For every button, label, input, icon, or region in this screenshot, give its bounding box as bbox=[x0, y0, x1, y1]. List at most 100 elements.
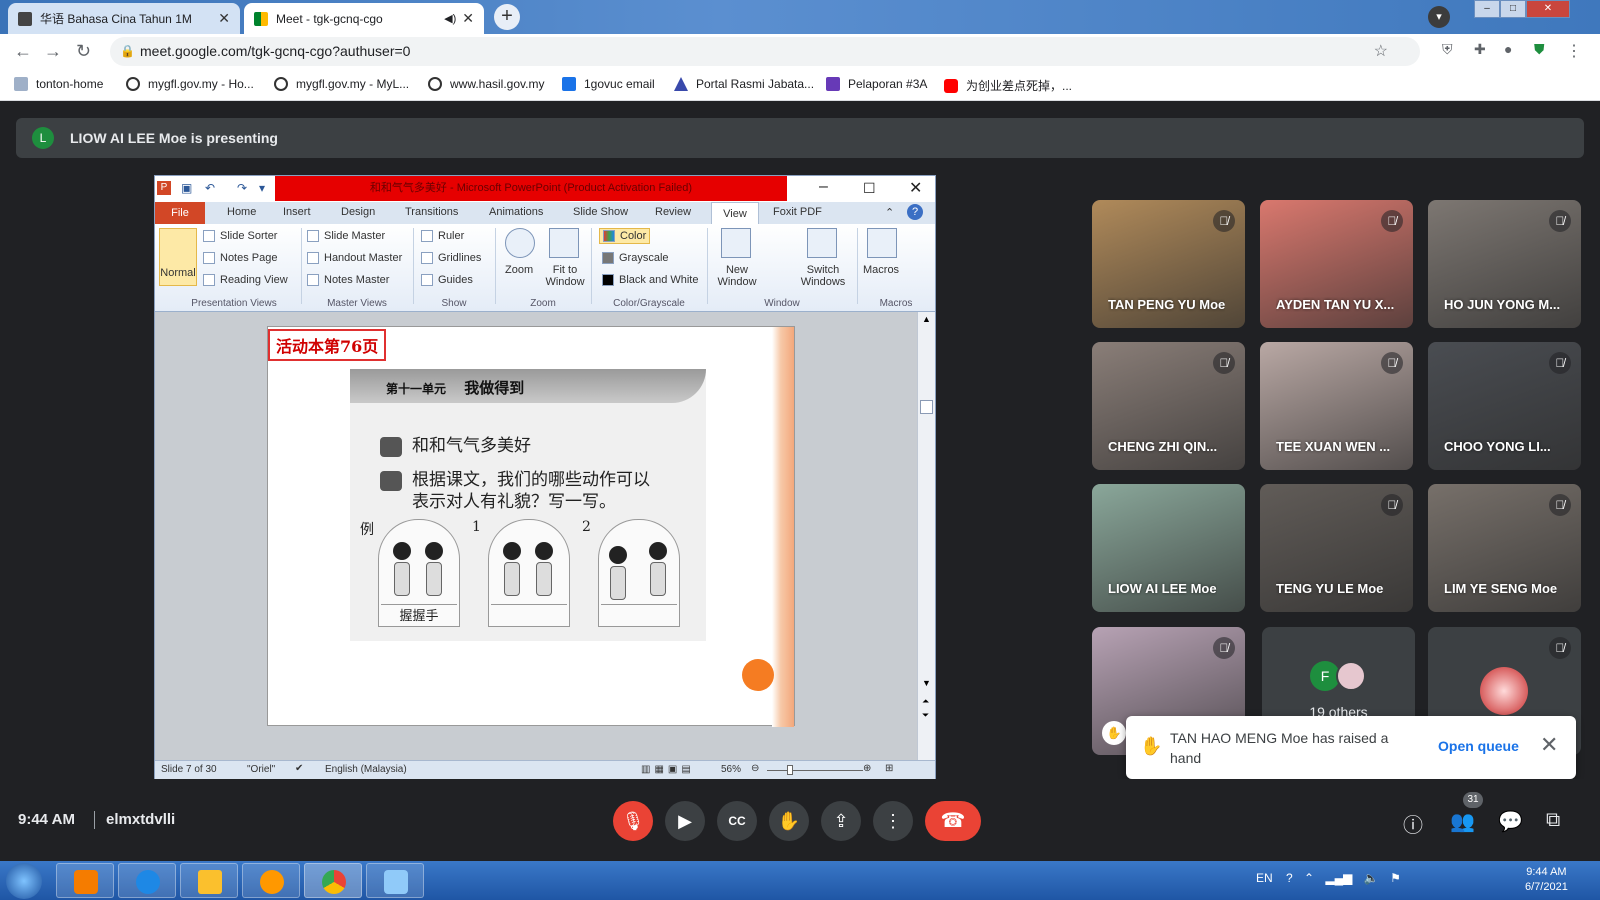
bookmarks-bar: tonton-home mygfl.gov.my - Ho... mygfl.g… bbox=[0, 69, 1600, 101]
classroom-icon bbox=[18, 11, 32, 26]
menu-kebab-icon[interactable]: ⋮ bbox=[1566, 41, 1582, 61]
network-icon[interactable]: ▂▄▆ bbox=[1325, 871, 1352, 885]
bookmark-1govuc[interactable]: 1govuc email bbox=[562, 77, 655, 91]
outlook-icon bbox=[562, 77, 576, 91]
tab-meet[interactable]: Meet - tgk-gcnq-cgo ◀) ✕ bbox=[244, 3, 484, 34]
bookmark-star-icon[interactable]: ☆ bbox=[1374, 37, 1388, 66]
taskbar-clock[interactable]: 9:44 AM 6/7/2021 bbox=[1525, 865, 1568, 895]
address-bar[interactable]: 🔒 meet.google.com/tgk-gcnq-cgo?authuser=… bbox=[110, 37, 1420, 66]
participant-name: LIM YE SENG Moe bbox=[1444, 581, 1558, 596]
close-icon[interactable]: ✕ bbox=[218, 10, 230, 27]
bookmark-tonton[interactable]: tonton-home bbox=[14, 77, 103, 91]
maximize-window-button[interactable]: □ bbox=[1500, 0, 1526, 18]
bookmark-youtube[interactable]: 为创业差点死掉，... bbox=[944, 77, 1072, 94]
question-panel-1 bbox=[488, 519, 570, 627]
minimize-window-button[interactable]: – bbox=[1474, 0, 1500, 18]
participant-count-badge: 31 bbox=[1463, 792, 1483, 808]
zoom-out-icon: ⊖ bbox=[751, 763, 760, 774]
audio-playing-icon[interactable]: ◀) bbox=[444, 12, 456, 25]
item-label: Slide Master bbox=[324, 230, 386, 242]
slide-canvas: 活动本第76页 第十一单元 我做得到 和和气气多美好 根据课文，我们的哪些动作可… bbox=[267, 326, 795, 727]
system-tray: EN ? ⌃ ▂▄▆ 🔈 ⚑ bbox=[1256, 871, 1401, 885]
forward-icon[interactable]: → bbox=[44, 41, 62, 62]
bookmark-mygfl-home[interactable]: mygfl.gov.my - Ho... bbox=[126, 77, 254, 91]
reading-view-icon bbox=[203, 274, 215, 286]
close-window-button[interactable]: ✕ bbox=[1526, 0, 1570, 18]
child-figure bbox=[536, 562, 552, 596]
participant-tile[interactable]: 🎙̸ LIM YE SENG Moe bbox=[1428, 484, 1581, 612]
taskbar-app[interactable] bbox=[242, 863, 300, 898]
shared-screen-powerpoint: P ▣ ↶ ↷ ▾ 和和气气多美好 - Microsoft PowerPoint… bbox=[154, 175, 936, 779]
camera-button[interactable]: ▶ bbox=[665, 801, 705, 841]
others-photo-avatar bbox=[1336, 661, 1366, 691]
item-label: Black and White bbox=[619, 274, 699, 286]
more-vert-icon: ⋮ bbox=[884, 811, 902, 831]
item-label: Notes Master bbox=[324, 274, 390, 286]
powerpoint-logo-icon: P bbox=[157, 181, 171, 195]
laser-pointer-cursor bbox=[742, 659, 774, 691]
participant-tile[interactable]: 🎙̸ HO JUN YONG M... bbox=[1428, 200, 1581, 328]
participant-tile[interactable]: 🎙̸ TAN PENG YU Moe bbox=[1092, 200, 1245, 328]
bookmark-pelaporan[interactable]: Pelaporan #3A bbox=[826, 77, 927, 91]
mic-off-button[interactable]: 🎙 bbox=[613, 801, 653, 841]
action-center-flag-icon[interactable]: ⚑ bbox=[1390, 871, 1401, 885]
people-icon[interactable]: 👥 bbox=[1450, 809, 1475, 834]
ribbon-divider bbox=[707, 228, 708, 304]
bookmark-mygfl-myl[interactable]: mygfl.gov.my - MyL... bbox=[274, 77, 409, 91]
participant-tile[interactable]: 🎙̸ AYDEN TAN YU X... bbox=[1260, 200, 1413, 328]
close-icon[interactable]: ✕ bbox=[462, 10, 474, 27]
taskbar-media-player[interactable] bbox=[56, 863, 114, 898]
language-indicator[interactable]: EN bbox=[1256, 871, 1273, 885]
clock-time: 9:44 AM bbox=[1526, 866, 1567, 878]
meeting-time: 9:44 AM bbox=[18, 811, 75, 828]
chat-icon[interactable]: 💬 bbox=[1498, 809, 1523, 834]
app-gear-icon bbox=[260, 870, 284, 894]
bookmark-hasil[interactable]: www.hasil.gov.my bbox=[428, 77, 544, 91]
open-queue-button[interactable]: Open queue bbox=[1438, 738, 1519, 754]
new-tab-button[interactable]: + bbox=[494, 4, 520, 30]
heading-text: 和和气气多美好 bbox=[412, 436, 531, 456]
example-panel: 握握手 bbox=[378, 519, 460, 627]
security-extension-icon[interactable]: ⛊ bbox=[1534, 41, 1545, 58]
participant-tile[interactable]: 🎙̸ CHOO YONG LI... bbox=[1428, 342, 1581, 470]
ribbon-collapse-icon: ⌃ bbox=[885, 207, 895, 219]
participant-tile[interactable]: LIOW AI LEE Moe bbox=[1092, 484, 1245, 612]
gridlines-checkbox: Gridlines bbox=[421, 252, 481, 264]
participant-tile[interactable]: 🎙̸ TEE XUAN WEN ... bbox=[1260, 342, 1413, 470]
participant-tile[interactable]: 🎙̸ TENG YU LE Moe bbox=[1260, 484, 1413, 612]
extension-shield-icon[interactable]: ⛨ bbox=[1442, 41, 1453, 58]
activities-icon[interactable]: ⧉ bbox=[1546, 809, 1560, 832]
participant-tile[interactable]: 🎙̸ CHENG ZHI QIN... bbox=[1092, 342, 1245, 470]
account-icon[interactable]: ● bbox=[1504, 41, 1512, 57]
raise-hand-button[interactable]: ✋ bbox=[769, 801, 809, 841]
taskbar-chrome[interactable] bbox=[304, 863, 362, 898]
close-icon[interactable]: ✕ bbox=[1540, 732, 1558, 758]
bookmark-portal-rasmi[interactable]: Portal Rasmi Jabata... bbox=[674, 77, 814, 91]
fit-window-icon bbox=[549, 228, 579, 258]
start-button[interactable] bbox=[6, 863, 42, 899]
captions-button[interactable]: CC bbox=[717, 801, 757, 841]
group-macros: Macros bbox=[879, 298, 913, 309]
spellcheck-icon: ✔ bbox=[295, 763, 304, 774]
present-button[interactable]: ⇪ bbox=[821, 801, 861, 841]
taskbar-paint[interactable] bbox=[366, 863, 424, 898]
taskbar-ie[interactable] bbox=[118, 863, 176, 898]
portal-icon bbox=[674, 77, 688, 91]
tray-expand-icon[interactable]: ⌃ bbox=[1304, 871, 1314, 885]
taskbar-explorer[interactable] bbox=[180, 863, 238, 898]
slide-sorter-item: Slide Sorter bbox=[203, 230, 277, 242]
ruler-checkbox: Ruler bbox=[421, 230, 464, 242]
meeting-details-icon[interactable]: ⓘ bbox=[1403, 809, 1423, 838]
volume-icon[interactable]: 🔈 bbox=[1364, 871, 1379, 885]
tab-bahasa-cina[interactable]: 华语 Bahasa Cina Tahun 1M ✕ bbox=[8, 3, 240, 34]
leave-call-button[interactable]: ☎ bbox=[925, 801, 981, 841]
profile-dropdown-icon[interactable]: ▾ bbox=[1428, 6, 1450, 28]
extensions-puzzle-icon[interactable]: ✚ bbox=[1474, 41, 1486, 58]
more-options-button[interactable]: ⋮ bbox=[873, 801, 913, 841]
help-tray-icon[interactable]: ? bbox=[1286, 871, 1293, 885]
black-white-icon bbox=[602, 274, 614, 286]
reload-icon[interactable]: ↻ bbox=[76, 41, 91, 62]
child-figure bbox=[650, 562, 666, 596]
back-icon[interactable]: ← bbox=[14, 41, 32, 62]
next-slide-icon: ⏷ bbox=[922, 710, 930, 720]
